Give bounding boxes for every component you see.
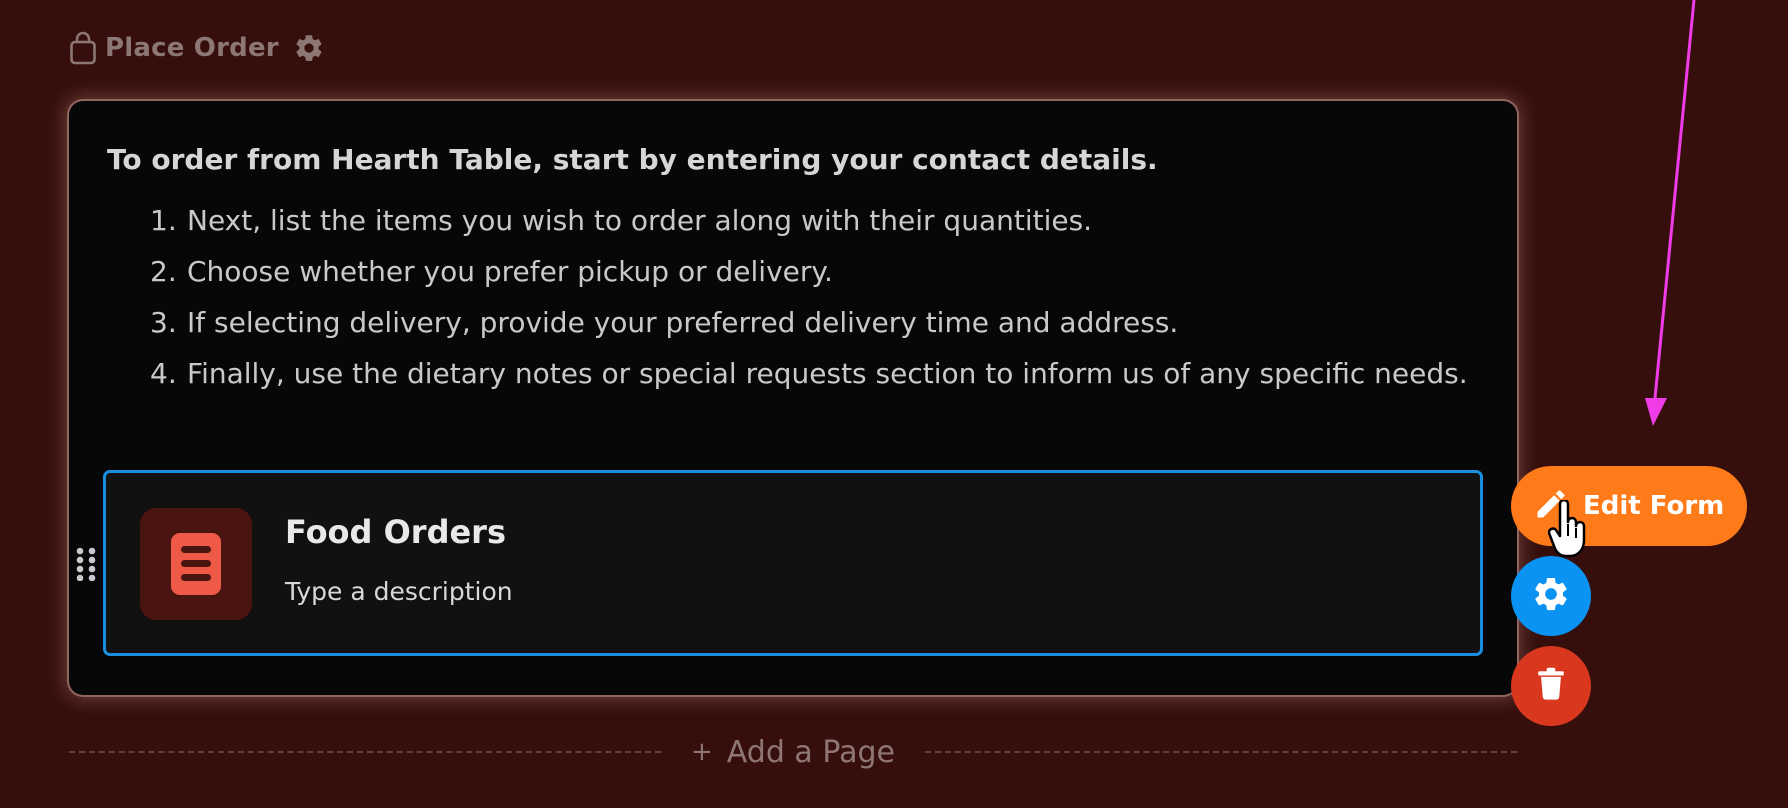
delete-button[interactable] [1511,646,1591,726]
gear-icon[interactable] [293,32,325,64]
page-card: To order from Hearth Table, start by ent… [69,101,1517,695]
divider [925,751,1517,753]
add-page-row: + Add a Page [69,730,1517,774]
list-item: 4. Finally, use the dietary notes or spec… [150,357,1468,390]
trash-icon [1534,665,1568,707]
page-title: Place Order [105,33,279,63]
edit-form-button[interactable]: Edit Form [1511,466,1747,546]
list-item: 2. Choose whether you prefer pickup or de… [150,255,833,288]
intro-heading: To order from Hearth Table, start by ent… [107,143,1158,176]
settings-button[interactable] [1511,556,1591,636]
list-item: 3. If selecting delivery, provide your pr… [150,306,1179,339]
edit-form-label: Edit Form [1583,491,1725,521]
form-block[interactable]: Food Orders Type a description [103,470,1483,656]
hand-cursor-icon [1547,498,1588,564]
add-page-label: Add a Page [726,734,895,770]
list-item: 1. Next, list the items you wish to order… [150,204,1093,237]
page-header: Place Order [69,28,325,68]
form-list-icon [140,508,252,620]
instruction-list: 1. Next, list the items you wish to order… [150,195,1487,399]
shopping-bag-icon [69,31,97,65]
plus-icon: + [691,737,713,767]
form-title[interactable]: Food Orders [285,513,506,551]
gear-icon [1531,574,1571,618]
add-page-button[interactable]: + Add a Page [691,730,895,774]
divider [69,751,661,753]
form-description[interactable]: Type a description [285,577,513,606]
drag-handle-icon[interactable] [76,547,96,585]
